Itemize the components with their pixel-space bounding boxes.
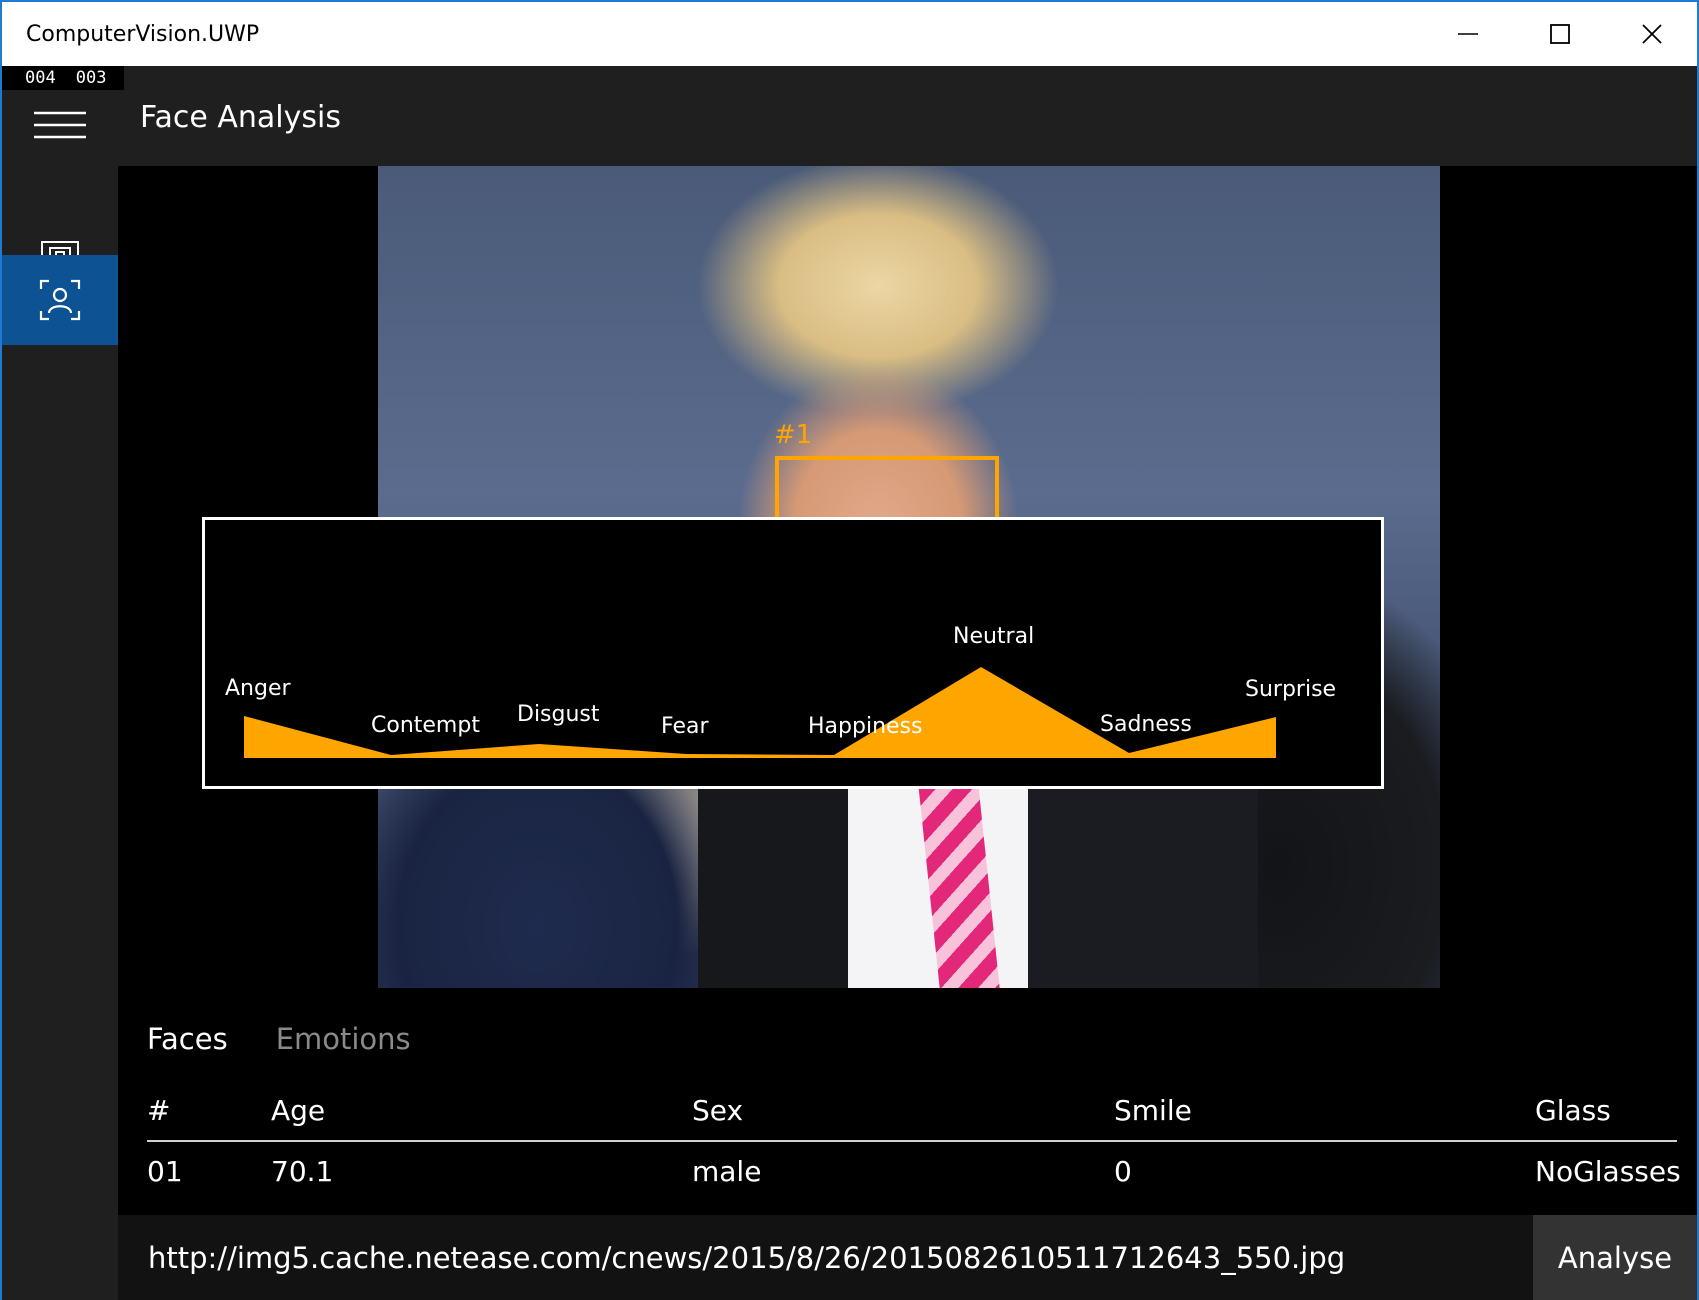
emotion-label-neutral: Neutral: [953, 624, 1035, 649]
face-scan-icon: [39, 279, 81, 321]
photo-region: [698, 766, 858, 988]
nav-item-face[interactable]: [2, 255, 118, 345]
emotion-label-disgust: Disgust: [517, 702, 600, 727]
url-bar: [118, 1215, 1533, 1300]
cell-number: 01: [147, 1155, 183, 1188]
faces-table: # Age Sex Smile Glass 01 70.1 male 0 NoG…: [147, 1087, 1681, 1196]
cell-sex: male: [692, 1155, 762, 1188]
column-header-number: #: [147, 1094, 171, 1127]
emotion-chart-popup: Anger Contempt Disgust Fear Happiness Ne…: [202, 517, 1384, 789]
column-header-sex: Sex: [692, 1094, 744, 1127]
face-id-label: #1: [774, 420, 813, 450]
cell-smile: 0: [1114, 1155, 1132, 1188]
table-header: # Age Sex Smile Glass: [147, 1087, 1677, 1142]
hamburger-icon: [34, 111, 86, 139]
minimize-icon: [1458, 33, 1478, 35]
emotion-label-anger: Anger: [225, 676, 291, 701]
close-icon: [1642, 24, 1662, 44]
app-window: ComputerVision.UWP Face Analysis 004 003…: [0, 0, 1699, 1300]
cell-glass: NoGlasses: [1535, 1155, 1681, 1188]
table-row[interactable]: 01 70.1 male 0 NoGlasses: [147, 1142, 1681, 1196]
page-header: Face Analysis: [118, 66, 1697, 166]
window-title: ComputerVision.UWP: [26, 22, 260, 47]
close-button[interactable]: [1606, 2, 1698, 66]
emotion-chart: [244, 667, 1276, 758]
tab-emotions[interactable]: Emotions: [276, 1022, 411, 1056]
minimize-button[interactable]: [1422, 2, 1514, 66]
analyse-button[interactable]: Analyse: [1533, 1215, 1697, 1300]
result-tabs: Faces Emotions: [147, 1022, 411, 1056]
cell-age: 70.1: [271, 1155, 334, 1188]
column-header-glass: Glass: [1535, 1094, 1611, 1127]
emotion-label-fear: Fear: [661, 714, 709, 739]
frame-counters: 004 003: [2, 66, 124, 90]
emotion-label-happiness: Happiness: [808, 714, 923, 739]
image-url-input[interactable]: [118, 1215, 1533, 1300]
hamburger-button[interactable]: [2, 90, 118, 162]
page-title: Face Analysis: [140, 100, 341, 135]
navigation-pane: [2, 90, 118, 1300]
photo-region: [1018, 766, 1258, 988]
emotion-label-sadness: Sadness: [1100, 712, 1192, 737]
title-bar: ComputerVision.UWP: [2, 2, 1697, 66]
maximize-button[interactable]: [1514, 2, 1606, 66]
counter-2: 003: [75, 68, 107, 88]
tab-faces[interactable]: Faces: [147, 1022, 228, 1056]
counter-1: 004: [25, 68, 56, 88]
maximize-icon: [1550, 24, 1570, 44]
emotion-label-surprise: Surprise: [1245, 677, 1337, 702]
emotion-label-contempt: Contempt: [371, 713, 480, 738]
column-header-age: Age: [271, 1094, 326, 1127]
column-header-smile: Smile: [1114, 1094, 1192, 1127]
